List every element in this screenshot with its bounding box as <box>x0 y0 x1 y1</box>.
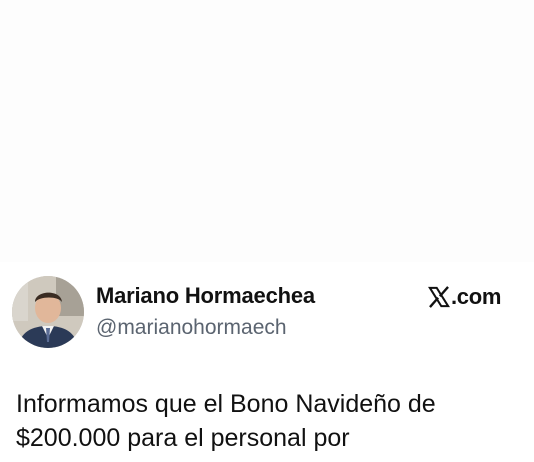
person-avatar-icon <box>12 276 84 348</box>
author-handle[interactable]: @marianohormaech <box>96 316 287 340</box>
post-body-line: $200.000 para el personal por <box>16 424 350 452</box>
post-body: Informamos que el Bono Navideño de $200.… <box>16 387 526 455</box>
post-card: Mariano Hormaechea @marianohormaech .com… <box>0 0 534 462</box>
x-logo-icon <box>428 286 450 308</box>
x-brand: .com <box>428 284 501 310</box>
brand-domain-text: .com <box>451 284 502 309</box>
author-avatar[interactable] <box>12 276 84 348</box>
media-area-blank <box>0 0 534 262</box>
author-display-name[interactable]: Mariano Hormaechea <box>96 283 315 309</box>
post-body-line: Informamos que el Bono Navideño de <box>16 390 436 418</box>
